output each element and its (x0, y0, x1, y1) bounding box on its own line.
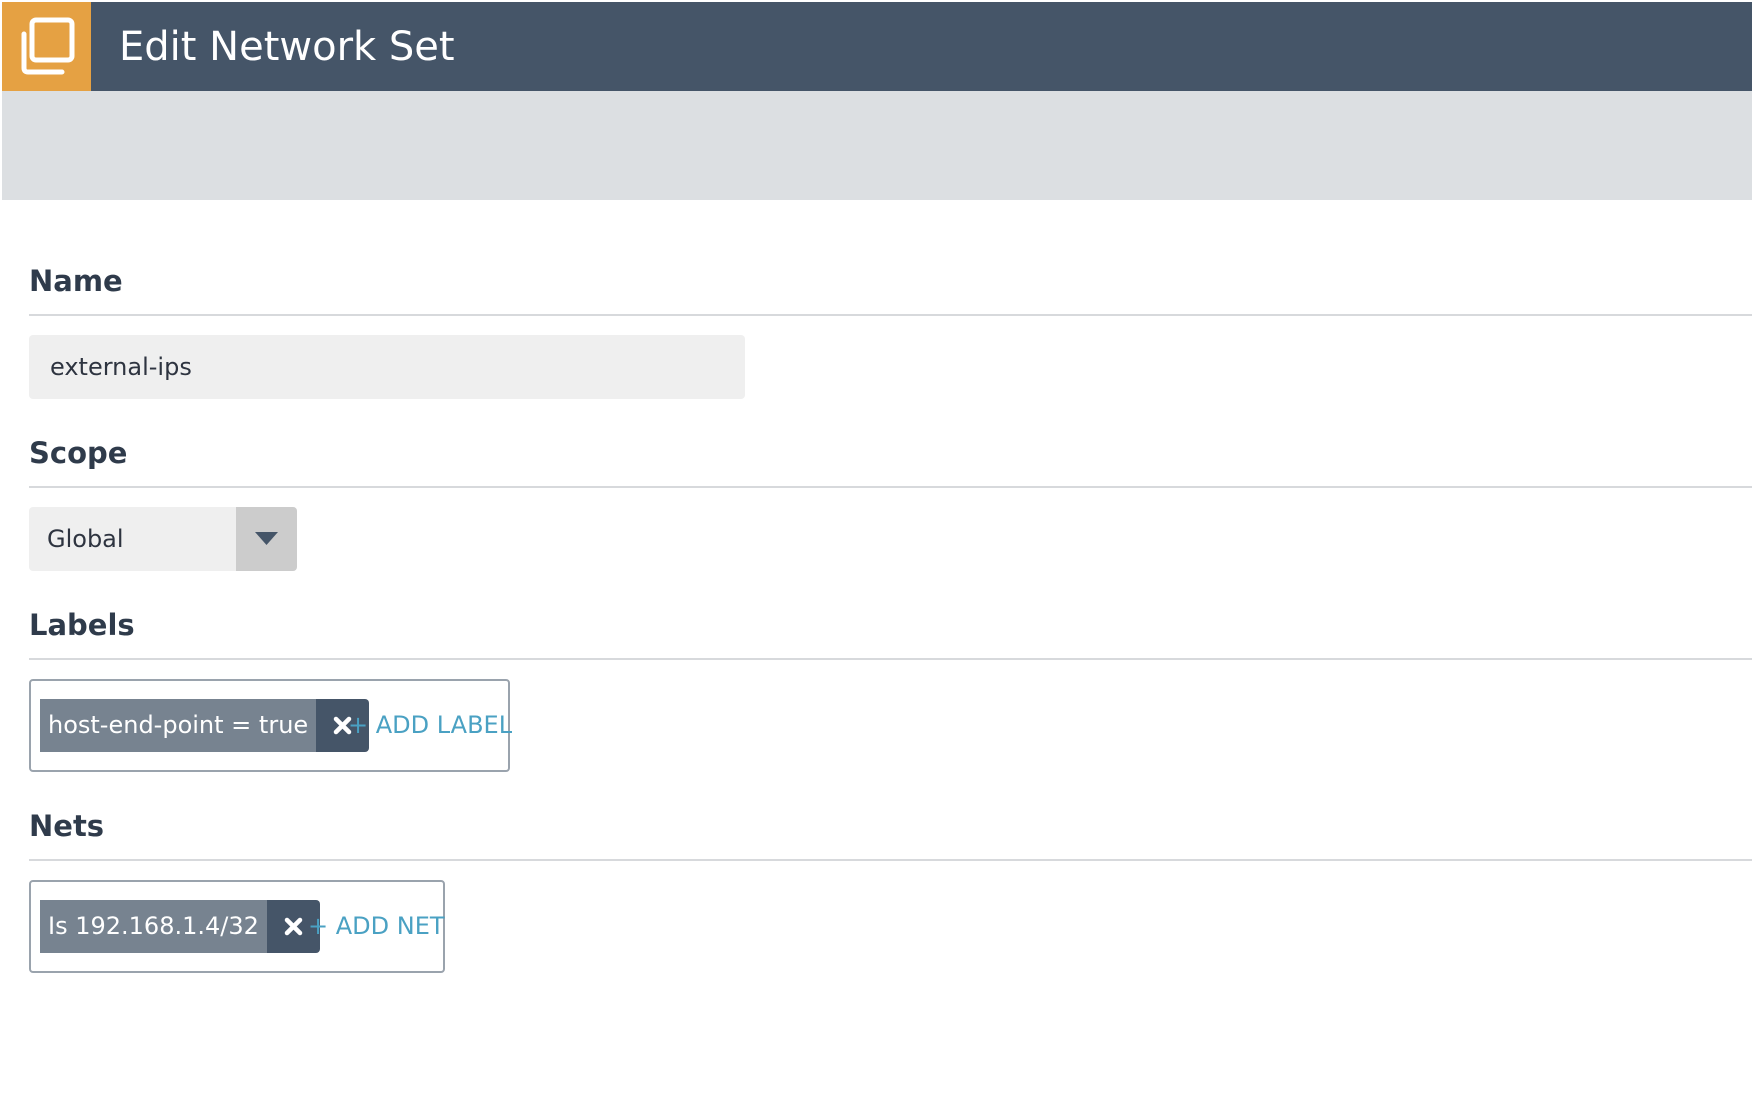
nets-divider (29, 859, 1752, 861)
scope-section-title: Scope (29, 436, 128, 470)
net-tag-text: Is 192.168.1.4/32 (40, 900, 267, 953)
nets-tag-box: Is 192.168.1.4/32 + ADD NET (29, 880, 445, 973)
labels-section-title: Labels (29, 608, 135, 642)
scope-dropdown-button[interactable] (236, 507, 297, 571)
label-tag: host-end-point = true (40, 699, 370, 752)
nets-section-title: Nets (29, 809, 105, 843)
net-tag: Is 192.168.1.4/32 (40, 900, 320, 953)
name-divider (29, 314, 1752, 316)
name-section-title: Name (29, 264, 123, 298)
add-label-button[interactable]: + ADD LABEL (348, 705, 512, 745)
close-icon (284, 917, 303, 936)
app-logo (2, 2, 91, 91)
scope-divider (29, 486, 1752, 488)
scope-select[interactable]: Global (29, 507, 297, 571)
labels-tag-box: host-end-point = true + ADD LABEL (29, 679, 512, 772)
name-input[interactable] (29, 335, 745, 399)
app-header: Edit Network Set (2, 2, 1752, 91)
page-title: Edit Network Set (119, 24, 455, 70)
scope-select-value: Global (47, 525, 124, 553)
labels-divider (29, 658, 1752, 660)
toolbar-strip (2, 91, 1752, 200)
label-tag-text: host-end-point = true (40, 699, 317, 752)
add-net-button[interactable]: + ADD NET (308, 906, 445, 946)
chevron-down-icon (255, 532, 278, 545)
copy-windows-icon (21, 17, 75, 75)
